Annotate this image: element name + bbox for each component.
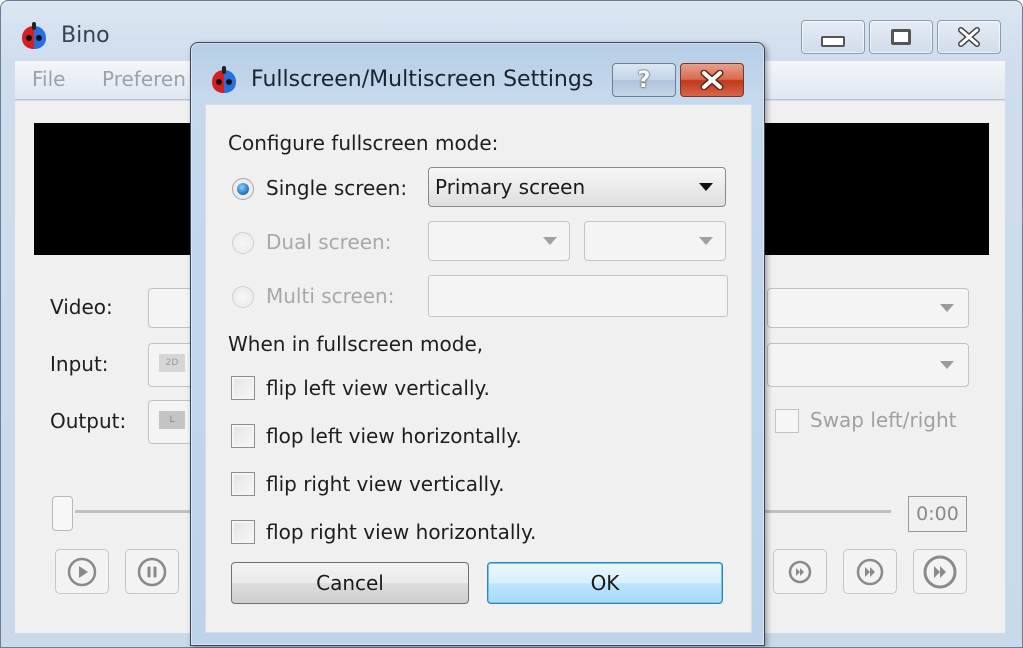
play-button[interactable]: [55, 549, 109, 594]
multi-screen-input[interactable]: [428, 275, 728, 317]
input-label: Input:: [50, 352, 109, 376]
flop-right-horizontal-checkbox[interactable]: [231, 520, 255, 544]
flop-left-horizontal-label: flop left view horizontally.: [266, 424, 522, 448]
ok-button-label: OK: [590, 571, 620, 595]
dialog-content: Configure fullscreen mode: Single screen…: [205, 104, 752, 633]
dual-screen-select-left[interactable]: [428, 221, 570, 261]
minimize-icon: [821, 35, 845, 47]
seek-slider-handle[interactable]: [52, 496, 73, 531]
dual-screen-radio[interactable]: [232, 232, 254, 254]
cancel-button[interactable]: Cancel: [231, 562, 469, 604]
output-label: Output:: [50, 409, 127, 433]
chevron-down-icon: [699, 237, 713, 245]
forward-large-button[interactable]: [913, 549, 967, 594]
close-icon: [700, 70, 724, 90]
flop-right-horizontal-label: flop right view horizontally.: [266, 520, 537, 544]
configure-fullscreen-heading: Configure fullscreen mode:: [228, 131, 499, 155]
2d-mode-icon: 2D: [159, 354, 185, 372]
close-window-button[interactable]: [937, 20, 1001, 54]
flip-right-vertical-checkbox[interactable]: [231, 472, 255, 496]
single-screen-select[interactable]: Primary screen: [428, 167, 726, 207]
video-combo-right[interactable]: [767, 288, 969, 328]
forward-small-button[interactable]: [773, 549, 827, 594]
fast-forward-icon: [788, 560, 812, 583]
time-display: 0:00: [908, 496, 967, 532]
dual-screen-select-right[interactable]: [584, 221, 726, 261]
chevron-down-icon: [699, 183, 713, 191]
flop-left-horizontal-checkbox[interactable]: [231, 424, 255, 448]
help-button[interactable]: ?: [612, 63, 676, 97]
multi-screen-label: Multi screen:: [266, 284, 395, 308]
chevron-down-icon: [940, 304, 954, 312]
single-screen-value: Primary screen: [435, 175, 586, 199]
fullscreen-settings-dialog: Fullscreen/Multiscreen Settings ? Config…: [190, 42, 765, 646]
single-screen-label: Single screen:: [266, 176, 408, 200]
play-icon: [67, 557, 97, 586]
bino-app-icon: [19, 21, 49, 51]
maximize-button[interactable]: [869, 20, 933, 54]
single-screen-radio[interactable]: [232, 178, 254, 200]
dual-screen-label: Dual screen:: [266, 230, 392, 254]
flip-right-vertical-label: flip right view vertically.: [266, 472, 505, 496]
dialog-title: Fullscreen/Multiscreen Settings: [251, 67, 594, 92]
flip-left-vertical-label: flip left view vertically.: [266, 376, 490, 400]
input-combo-right[interactable]: [767, 343, 969, 387]
swap-left-right-checkbox[interactable]: [775, 409, 799, 433]
main-window-title: Bino: [61, 23, 110, 48]
forward-medium-button[interactable]: [843, 549, 897, 594]
bino-app-icon: [209, 65, 239, 95]
ok-button[interactable]: OK: [487, 562, 723, 604]
multi-screen-radio[interactable]: [232, 286, 254, 308]
help-icon: ?: [637, 67, 651, 93]
fast-forward-icon: [856, 558, 884, 585]
maximize-icon: [891, 29, 911, 45]
when-fullscreen-heading: When in fullscreen mode,: [228, 332, 484, 356]
pause-icon: [137, 557, 167, 586]
pause-button[interactable]: [125, 549, 179, 594]
minimize-button[interactable]: [801, 20, 865, 54]
cancel-button-label: Cancel: [316, 571, 384, 595]
flip-left-vertical-checkbox[interactable]: [231, 376, 255, 400]
chevron-down-icon: [543, 237, 557, 245]
chevron-down-icon: [940, 361, 954, 369]
swap-left-right-label: Swap left/right: [810, 408, 957, 432]
menu-preferences[interactable]: Preferen: [102, 67, 186, 91]
left-view-icon: L: [159, 411, 185, 429]
fast-forward-icon: [923, 555, 957, 588]
video-label: Video:: [50, 295, 113, 319]
dialog-close-button[interactable]: [680, 63, 744, 97]
menu-file[interactable]: File: [32, 67, 65, 91]
close-icon: [958, 27, 980, 47]
